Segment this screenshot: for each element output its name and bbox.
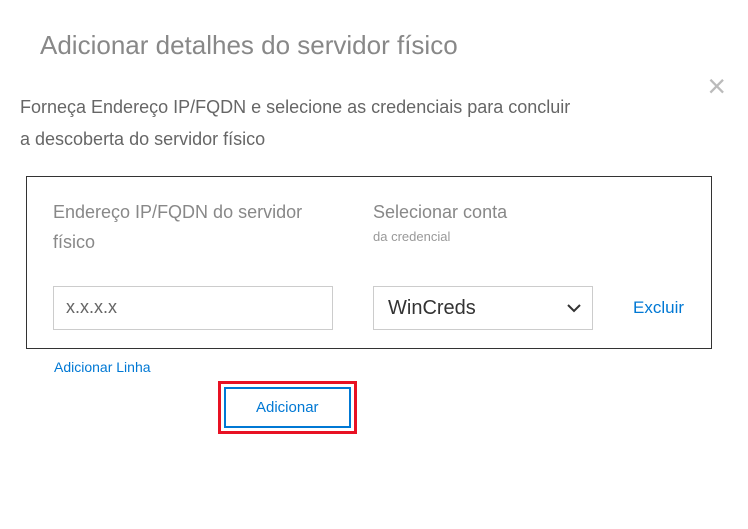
close-icon[interactable]: × [707,70,726,102]
add-line-link[interactable]: Adicionar Linha [54,359,728,375]
description-line-1: Forneça Endereço IP/FQDN e selecione as … [20,97,570,117]
server-form-box: Endereço IP/FQDN do servidor físico Sele… [26,176,712,349]
add-button[interactable]: Adicionar [224,387,351,428]
credential-select[interactable]: WinCreds [373,286,593,330]
delete-link[interactable]: Excluir [633,298,688,318]
page-title: Adicionar detalhes do servidor físico [40,30,728,61]
ip-fqdn-input[interactable] [53,286,333,330]
credential-sublabel: da credencial [373,229,593,244]
account-label-group: Selecionar conta da credencial [373,197,593,245]
ip-fqdn-label: Endereço IP/FQDN do servidor físico [53,197,333,258]
description-text: Forneça Endereço IP/FQDN e selecione as … [20,91,728,156]
add-button-highlight: Adicionar [218,381,357,434]
description-line-2: a descoberta do servidor físico [20,129,265,149]
select-account-label: Selecionar conta [373,197,593,228]
